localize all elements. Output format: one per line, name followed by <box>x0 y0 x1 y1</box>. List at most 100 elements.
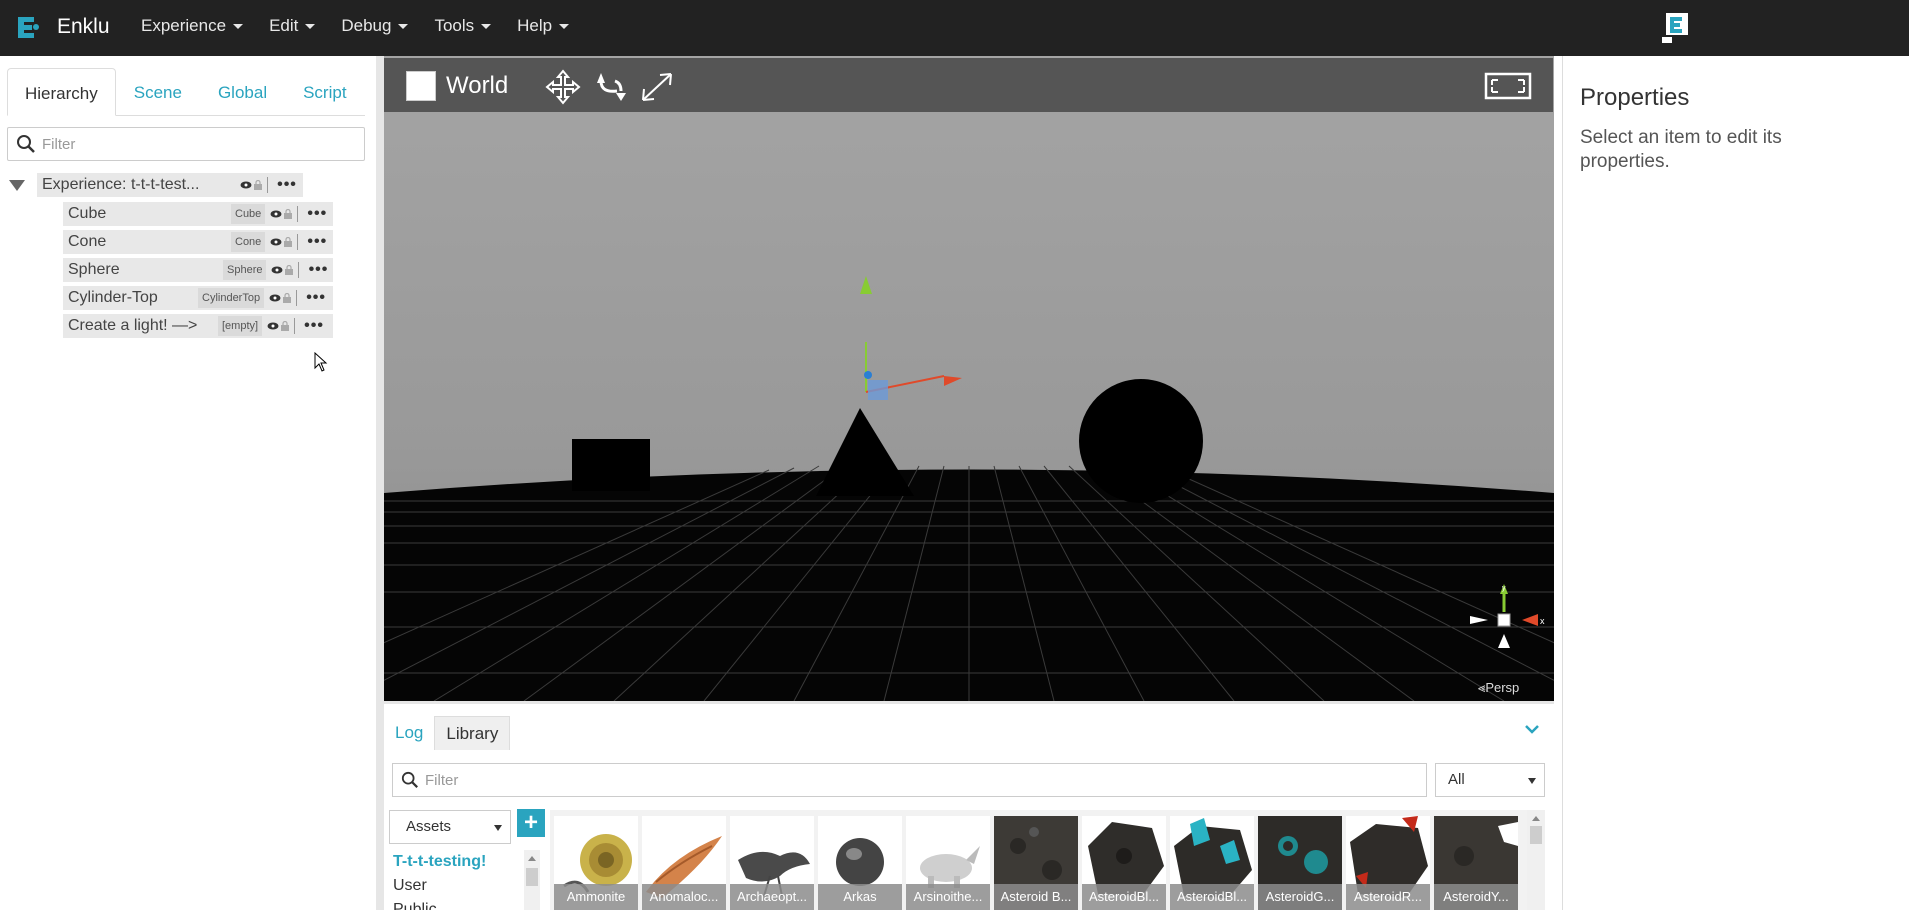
lock-icon[interactable] <box>284 237 293 247</box>
eye-icon[interactable] <box>269 294 281 302</box>
axis-x-label: x <box>1540 616 1545 626</box>
asset-tile[interactable]: AsteroidR... <box>1346 816 1430 910</box>
lock-icon[interactable] <box>281 321 290 331</box>
menu-edit[interactable]: Edit <box>269 0 327 56</box>
scroll-thumb[interactable] <box>1530 826 1542 844</box>
search-icon <box>17 135 35 153</box>
world-space-checkbox[interactable] <box>406 71 436 101</box>
fullscreen-icon[interactable] <box>1484 72 1532 100</box>
camera-mode-label[interactable]: ⪡Persp <box>1478 680 1519 696</box>
source-select[interactable]: Assets <box>389 810 511 844</box>
asset-label: Asteroid B... <box>994 884 1078 910</box>
type-filter-select[interactable]: All <box>1435 763 1545 797</box>
more-options-icon[interactable]: ••• <box>304 230 330 254</box>
more-options-icon[interactable]: ••• <box>304 202 330 226</box>
asset-label: AsteroidY... <box>1434 884 1518 910</box>
tree-node-tag: [empty] <box>218 316 263 336</box>
more-options-icon[interactable]: ••• <box>303 286 329 310</box>
category-list: T-t-t-testing! User Public <box>389 850 519 910</box>
category-item[interactable]: T-t-t-testing! <box>389 850 519 874</box>
dropdown-arrow-icon <box>494 825 502 831</box>
scene-viewport[interactable]: World x y ⪡Persp <box>382 56 1554 704</box>
properties-title: Properties <box>1580 84 1690 111</box>
move-tool-icon[interactable] <box>544 69 582 105</box>
category-item[interactable]: Public <box>389 898 519 910</box>
chevron-down-icon[interactable] <box>1525 724 1539 734</box>
eye-icon[interactable] <box>270 210 282 218</box>
menu-tools[interactable]: Tools <box>434 0 503 56</box>
asset-tile[interactable]: Arsinoithe... <box>906 816 990 910</box>
tab-log[interactable]: Log <box>384 716 434 750</box>
eye-icon[interactable] <box>267 322 279 330</box>
axis-y-label: y <box>1502 585 1506 592</box>
scroll-thumb[interactable] <box>526 868 538 886</box>
asset-tile[interactable]: Ammonite <box>554 816 638 910</box>
lock-icon[interactable] <box>285 265 294 275</box>
scroll-up-icon[interactable] <box>1532 816 1540 821</box>
tab-script[interactable]: Script <box>285 68 364 116</box>
asset-tile[interactable]: Asteroid B... <box>994 816 1078 910</box>
more-options-icon[interactable]: ••• <box>305 258 331 282</box>
menu-experience-label: Experience <box>141 16 227 35</box>
asset-tile[interactable]: AsteroidBl... <box>1170 816 1254 910</box>
tree-node-tag: Cube <box>231 204 266 224</box>
more-options-icon[interactable]: ••• <box>274 173 300 197</box>
hierarchy-filter <box>7 127 365 161</box>
hierarchy-filter-input[interactable] <box>42 135 342 153</box>
tree-node-cylinder-top[interactable]: Cylinder-Top CylinderTop ••• <box>63 286 333 310</box>
lock-icon[interactable] <box>254 180 262 190</box>
scene-canvas[interactable] <box>384 56 1554 701</box>
library-filter-input[interactable] <box>425 771 1325 789</box>
visibility-controls <box>267 230 304 254</box>
category-scrollbar[interactable] <box>524 850 540 910</box>
asset-tile[interactable]: AsteroidY... <box>1434 816 1518 910</box>
eye-icon[interactable] <box>270 238 282 246</box>
asset-label: Archaeopt... <box>730 884 814 910</box>
asset-tile[interactable]: Arkas <box>818 816 902 910</box>
user-avatar-icon[interactable] <box>1662 13 1690 43</box>
separator <box>297 234 299 250</box>
menu-help[interactable]: Help <box>517 0 581 56</box>
scale-tool-icon[interactable] <box>638 69 676 105</box>
separator <box>267 177 268 193</box>
separator <box>296 290 298 306</box>
caret-down-icon <box>398 24 409 30</box>
tree-node-cone[interactable]: Cone Cone ••• <box>63 230 333 254</box>
scroll-up-icon[interactable] <box>528 856 536 861</box>
asset-tile[interactable]: Archaeopt... <box>730 816 814 910</box>
add-asset-button[interactable]: + <box>517 809 545 837</box>
tab-global[interactable]: Global <box>200 68 285 116</box>
cube-object <box>572 439 650 491</box>
menu-debug[interactable]: Debug <box>341 0 420 56</box>
tab-library[interactable]: Library <box>434 716 511 750</box>
asset-label: Arkas <box>818 884 902 910</box>
asset-label: Ammonite <box>554 884 638 910</box>
tree-root-row: Experience: t-t-t-test... ••• <box>7 173 303 197</box>
asset-tile[interactable]: Anomaloc... <box>642 816 726 910</box>
eye-icon[interactable] <box>240 181 252 189</box>
asset-label: AsteroidBl... <box>1082 884 1166 910</box>
lock-icon[interactable] <box>284 209 293 219</box>
menu-experience[interactable]: Experience <box>141 0 255 56</box>
tab-scene[interactable]: Scene <box>116 68 200 116</box>
more-options-icon[interactable]: ••• <box>301 314 327 338</box>
tree-node-experience[interactable]: Experience: t-t-t-test... ••• <box>37 173 303 197</box>
lock-icon[interactable] <box>283 293 292 303</box>
tree-node-sphere[interactable]: Sphere Sphere ••• <box>63 258 333 282</box>
orientation-gizmo-icon[interactable]: x y <box>1466 584 1546 654</box>
eye-icon[interactable] <box>271 266 283 274</box>
properties-message: Select an item to edit its properties. <box>1580 127 1782 172</box>
asset-grid-scrollbar[interactable] <box>1527 810 1545 910</box>
brand-name[interactable]: Enklu <box>57 15 110 39</box>
tree-node-cube[interactable]: Cube Cube ••• <box>63 202 333 226</box>
tab-hierarchy[interactable]: Hierarchy <box>7 68 116 116</box>
rotate-tool-icon[interactable] <box>591 69 629 105</box>
category-item[interactable]: User <box>389 874 519 898</box>
left-tabs: Hierarchy Scene Global Script <box>7 68 365 116</box>
asset-tile[interactable]: AsteroidBl... <box>1082 816 1166 910</box>
collapse-triangle-icon[interactable] <box>9 179 25 191</box>
asset-tile[interactable]: AsteroidG... <box>1258 816 1342 910</box>
source-select-value: Assets <box>406 818 452 835</box>
enklu-logo-icon[interactable] <box>12 13 42 43</box>
tree-node-light[interactable]: Create a light! —> [empty] ••• <box>63 314 333 338</box>
